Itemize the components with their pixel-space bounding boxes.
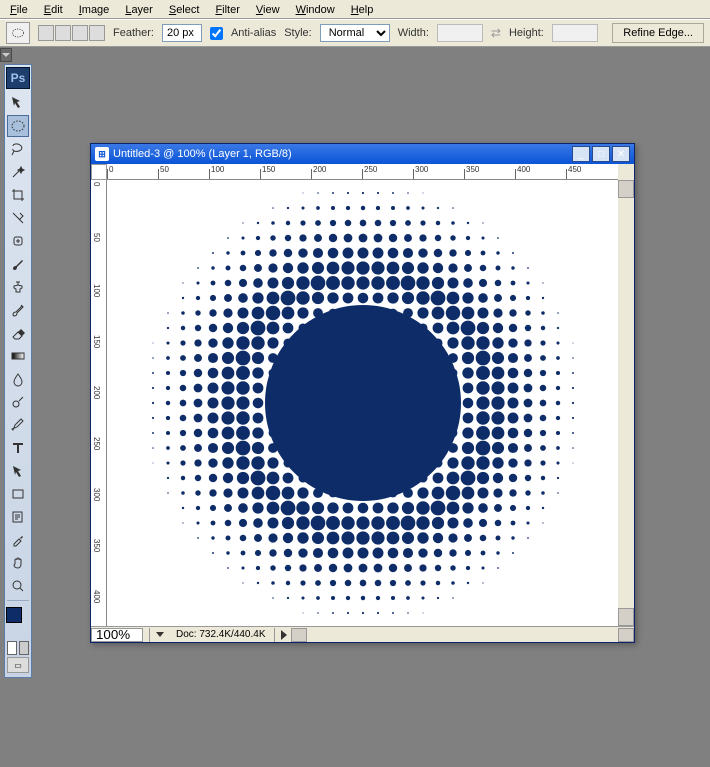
quickmask-mode-icon[interactable] xyxy=(19,641,29,655)
refine-edge-button[interactable]: Refine Edge... xyxy=(612,23,704,43)
mode-intersect-icon[interactable] xyxy=(89,25,105,41)
tool-pen[interactable] xyxy=(7,414,29,436)
anti-alias-label: Anti-alias xyxy=(231,27,276,39)
standard-mode-icon[interactable] xyxy=(7,641,17,655)
canvas[interactable] xyxy=(107,180,618,626)
screen-mode-button[interactable]: ▭ xyxy=(7,657,29,673)
feather-input[interactable] xyxy=(162,24,202,42)
menu-view[interactable]: View xyxy=(250,2,286,16)
color-swatches[interactable] xyxy=(6,607,30,635)
height-input xyxy=(552,24,598,42)
tool-type[interactable] xyxy=(7,437,29,459)
menu-window[interactable]: Window xyxy=(290,2,341,16)
tool-healing[interactable] xyxy=(7,230,29,252)
tool-zoom[interactable] xyxy=(7,575,29,597)
tool-history-brush[interactable] xyxy=(7,299,29,321)
marquee-mode-group xyxy=(38,25,105,41)
menu-filter[interactable]: Filter xyxy=(209,2,245,16)
tool-slice[interactable] xyxy=(7,207,29,229)
zoom-input[interactable] xyxy=(91,628,143,642)
document-title: Untitled-3 @ 100% (Layer 1, RGB/8) xyxy=(113,148,572,160)
quickmask-group xyxy=(7,641,29,655)
tool-move[interactable] xyxy=(7,92,29,114)
toolbox: Ps ▭ xyxy=(4,64,32,678)
tool-eraser[interactable] xyxy=(7,322,29,344)
width-input xyxy=(437,24,483,42)
mode-add-icon[interactable] xyxy=(55,25,71,41)
document-window: ⊞ Untitled-3 @ 100% (Layer 1, RGB/8) _ □… xyxy=(90,143,635,643)
status-menu-icon[interactable] xyxy=(156,632,164,637)
toolbox-separator xyxy=(7,600,29,601)
tool-crop[interactable] xyxy=(7,184,29,206)
swap-dims-icon: ⇄ xyxy=(491,26,501,40)
tool-gradient[interactable] xyxy=(7,345,29,367)
tool-eyedropper[interactable] xyxy=(7,529,29,551)
status-flyout-icon[interactable] xyxy=(281,630,287,640)
tool-dodge[interactable] xyxy=(7,391,29,413)
tool-wand[interactable] xyxy=(7,161,29,183)
document-icon: ⊞ xyxy=(95,147,109,161)
tool-notes[interactable] xyxy=(7,506,29,528)
mode-new-icon[interactable] xyxy=(38,25,54,41)
mode-subtract-icon[interactable] xyxy=(72,25,88,41)
anti-alias-checkbox[interactable] xyxy=(210,27,223,40)
status-separator xyxy=(274,628,275,642)
tool-shape[interactable] xyxy=(7,483,29,505)
menu-bar: File Edit ImageLayer SelectFilter View Window… xyxy=(0,0,710,19)
palette-well-tab[interactable] xyxy=(0,48,12,62)
tool-marquee-ellipse[interactable] xyxy=(7,115,29,137)
status-separator xyxy=(149,628,150,642)
scrollbar-horizontal[interactable] xyxy=(291,628,634,642)
halftone-artwork xyxy=(133,180,593,626)
minimize-button[interactable]: _ xyxy=(572,146,590,162)
ruler-origin[interactable] xyxy=(91,164,107,180)
scrollbar-vertical[interactable] xyxy=(618,180,634,626)
maximize-button[interactable]: □ xyxy=(592,146,610,162)
workspace: Ps ▭ ⊞ Untitled-3 @ 100% (Layer 1, RGB/8… xyxy=(0,48,710,767)
titlebar[interactable]: ⊞ Untitled-3 @ 100% (Layer 1, RGB/8) _ □… xyxy=(91,144,634,164)
tool-clone[interactable] xyxy=(7,276,29,298)
tool-path-select[interactable] xyxy=(7,460,29,482)
menu-file[interactable]: File xyxy=(4,2,34,16)
ps-logo-icon: Ps xyxy=(6,67,30,89)
tool-blur[interactable] xyxy=(7,368,29,390)
foreground-color-swatch[interactable] xyxy=(6,607,22,623)
menu-edit[interactable]: Edit xyxy=(38,2,69,16)
doc-info-label: Doc: 732.4K/440.4K xyxy=(168,629,274,640)
tool-hand[interactable] xyxy=(7,552,29,574)
menu-layer[interactable]: Layer xyxy=(119,2,159,16)
menu-image[interactable]: Image xyxy=(73,2,116,16)
menu-select[interactable]: Select xyxy=(163,2,206,16)
options-bar: Feather: Anti-alias Style: Normal Width:… xyxy=(0,19,710,47)
close-button[interactable]: ✕ xyxy=(612,146,630,162)
height-label: Height: xyxy=(509,27,544,39)
width-label: Width: xyxy=(398,27,429,39)
feather-label: Feather: xyxy=(113,27,154,39)
menu-help[interactable]: Help xyxy=(345,2,380,16)
style-label: Style: xyxy=(284,27,312,39)
ruler-horizontal[interactable]: 050100150200250300350400450 xyxy=(107,164,618,180)
tool-preset-picker[interactable] xyxy=(6,22,30,44)
style-select[interactable]: Normal xyxy=(320,24,390,42)
ruler-vertical[interactable]: 050100150200250300350400 xyxy=(91,180,107,626)
status-bar: Doc: 732.4K/440.4K xyxy=(91,626,634,642)
tool-brush[interactable] xyxy=(7,253,29,275)
tool-lasso[interactable] xyxy=(7,138,29,160)
